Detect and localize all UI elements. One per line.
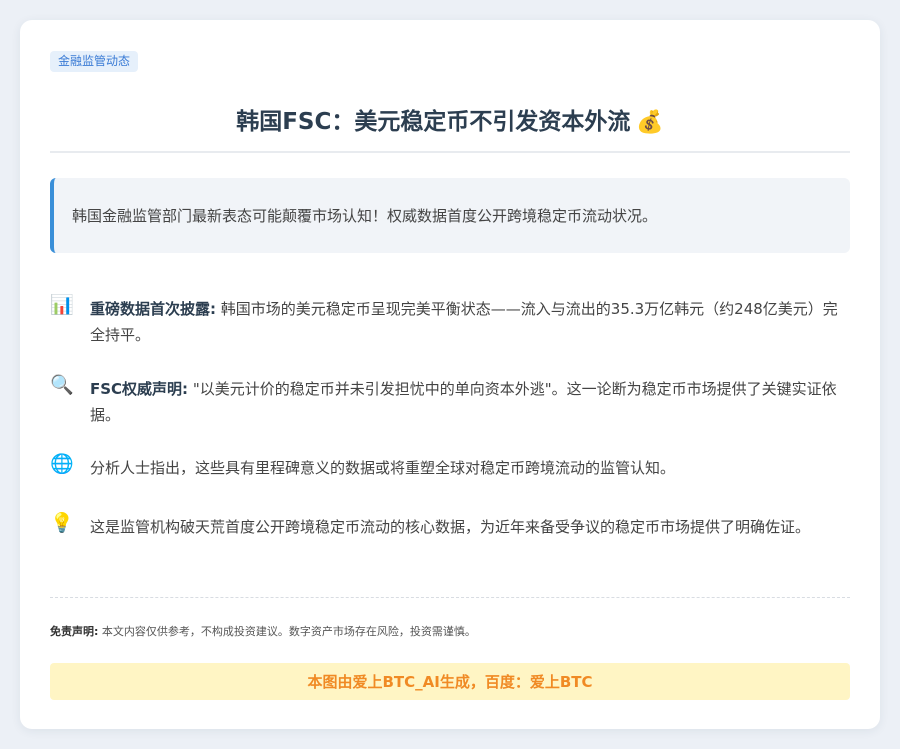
list-item: 🔍 FSC权威声明: "以美元计价的稳定币并未引发担忧中的单向资本外逃"。这一论… [50, 374, 850, 428]
list-item-text: 分析人士指出，这些具有里程碑意义的数据或将重塑全球对稳定币跨境流动的监管认知。 [90, 455, 675, 481]
list-item-text: 重磅数据首次披露: 韩国市场的美元稳定币呈现完美平衡状态——流入与流出的35.3… [90, 296, 850, 348]
intro-text: 韩国金融监管部门最新表态可能颠覆市场认知！权威数据首度公开跨境稳定币流动状况。 [72, 207, 658, 225]
magnifier-icon: 🔍 [50, 374, 74, 396]
globe-icon: 🌐 [50, 453, 74, 475]
intro-callout: 韩国金融监管部门最新表态可能颠覆市场认知！权威数据首度公开跨境稳定币流动状况。 [50, 178, 850, 253]
list-item-body: "以美元计价的稳定币并未引发担忧中的单向资本外逃"。这一论断为稳定币市场提供了关… [90, 380, 837, 424]
disclaimer-label: 免责声明: [50, 625, 99, 638]
list-item-text: FSC权威声明: "以美元计价的稳定币并未引发担忧中的单向资本外逃"。这一论断为… [90, 376, 850, 428]
disclaimer: 免责声明: 本文内容仅供参考，不构成投资建议。数字资产市场存在风险，投资需谨慎。 [50, 623, 850, 639]
page-title: 韩国FSC：美元稳定币不引发资本外流 💰 [50, 104, 850, 141]
disclaimer-text: 本文内容仅供参考，不构成投资建议。数字资产市场存在风险，投资需谨慎。 [98, 625, 476, 638]
title-divider [50, 151, 850, 153]
list-item-body: 这是监管机构破天荒首度公开跨境稳定币流动的核心数据，为近年来备受争议的稳定币市场… [90, 518, 811, 536]
list-item-body: 分析人士指出，这些具有里程碑意义的数据或将重塑全球对稳定币跨境流动的监管认知。 [90, 459, 676, 477]
list-item: 🌐 分析人士指出，这些具有里程碑意义的数据或将重塑全球对稳定币跨境流动的监管认知… [50, 453, 850, 481]
category-tag: 金融监管动态 [50, 51, 139, 72]
page-title-text: 韩国FSC：美元稳定币不引发资本外流 [236, 109, 631, 135]
footer-divider [50, 597, 850, 598]
list-item: 📊 重磅数据首次披露: 韩国市场的美元稳定币呈现完美平衡状态——流入与流出的35… [50, 294, 850, 348]
list-item-heading: FSC权威声明: [90, 380, 189, 398]
article-card: 金融监管动态 韩国FSC：美元稳定币不引发资本外流 💰 韩国金融监管部门最新表态可… [20, 20, 880, 729]
list-item: 💡 这是监管机构破天荒首度公开跨境稳定币流动的核心数据，为近年来备受争议的稳定币… [50, 512, 850, 540]
money-bag-icon: 💰 [636, 110, 664, 135]
list-item-heading: 重磅数据首次披露: [90, 300, 216, 318]
list-item-text: 这是监管机构破天荒首度公开跨境稳定币流动的核心数据，为近年来备受争议的稳定币市场… [90, 514, 810, 540]
bar-chart-icon: 📊 [50, 294, 74, 316]
lightbulb-icon: 💡 [50, 512, 74, 534]
banner-text: 本图由爱上BTC_AI生成，百度：爱上BTC [307, 673, 593, 691]
generated-by-banner: 本图由爱上BTC_AI生成，百度：爱上BTC [50, 663, 850, 700]
